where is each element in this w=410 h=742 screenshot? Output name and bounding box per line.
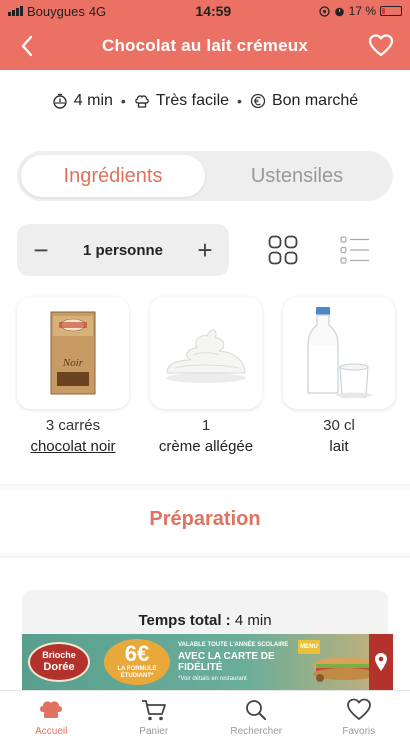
meta-difficulty: Très facile [134, 92, 229, 110]
ad-text: VALABLE TOUTE L'ANNÉE SCOLAIRE AVEC LA C… [178, 642, 298, 682]
grid-icon [268, 235, 298, 265]
nav-accueil[interactable]: Accueil [0, 691, 103, 742]
ad-line1: VALABLE TOUTE L'ANNÉE SCOLAIRE [178, 642, 289, 648]
ingredient-item[interactable]: 1 crème allégée [147, 297, 265, 455]
nav-label: Panier [139, 726, 169, 737]
ingredient-name[interactable]: lait [280, 438, 398, 455]
ad-banner[interactable]: Brioche Dorée 6€ LA FORMULE ÉTUDIANT* VA… [22, 634, 393, 690]
ad-brand-line1: Brioche [42, 650, 76, 660]
ad-location-pin[interactable] [369, 634, 393, 690]
ingredient-quantity: 3 carrés [45, 417, 101, 434]
meta-cost-value: Bon marché [271, 92, 359, 109]
tab-utensils[interactable]: Ustensiles [205, 155, 389, 197]
meta-time-value: 4 min [73, 92, 113, 109]
status-right: 17 % [318, 4, 402, 18]
ad-brand-line2: Dorée [43, 660, 75, 673]
ingredient-item[interactable]: Noir 3 carrés chocolat noir [14, 297, 132, 455]
ingredient-image-chocolate: Noir [17, 297, 129, 409]
map-pin-icon [375, 653, 387, 671]
recipe-meta: 4 min • Très facile • Bon marché [0, 92, 410, 110]
battery-icon [380, 6, 402, 16]
chevron-left-icon [21, 35, 33, 57]
carrier-name: Bouygues [27, 3, 85, 19]
bottom-navigation: Accueil Panier Rechercher Favoris [0, 690, 410, 742]
list-view-button[interactable] [340, 235, 370, 265]
ingredient-item[interactable]: 30 cl lait [280, 297, 398, 455]
nav-panier[interactable]: Panier [103, 691, 206, 742]
tab-bar: Ingrédients Ustensiles [17, 151, 393, 201]
nav-label: Rechercher [230, 726, 283, 737]
preparation-title: Préparation [149, 508, 261, 530]
search-icon [243, 697, 269, 723]
decrease-portion-button[interactable]: − [29, 237, 53, 263]
back-button[interactable] [14, 32, 40, 60]
list-icon [340, 236, 369, 264]
ingredient-image-milk [283, 297, 395, 409]
ingredient-image-cream [150, 297, 262, 409]
network-type: 4G [88, 3, 107, 19]
ingredient-name[interactable]: crème allégée [147, 438, 265, 455]
cart-icon [141, 697, 167, 723]
section-divider [0, 552, 410, 558]
battery-percent: 17 % [348, 4, 376, 18]
total-time-value: 4 min [234, 612, 272, 629]
tab-ingredients[interactable]: Ingrédients [21, 155, 205, 197]
ad-price: 6€ [124, 641, 150, 666]
ingredient-name-link[interactable]: chocolat noir [14, 438, 132, 455]
meta-separator: • [120, 93, 126, 109]
portion-label: 1 personne [82, 241, 164, 259]
status-bar: Bouygues 4G 14:59 17 % [0, 0, 410, 22]
status-left: Bouygues 4G [8, 4, 138, 19]
heart-outline-icon [368, 34, 394, 57]
status-time: 14:59 [195, 3, 232, 19]
location-icon [318, 5, 330, 17]
increase-portion-button[interactable]: + [193, 237, 217, 263]
chef-hat-icon [135, 95, 149, 108]
chef-hat-icon [38, 697, 64, 723]
meta-cost: Bon marché [250, 92, 358, 110]
nav-favoris[interactable]: Favoris [308, 691, 410, 742]
timer-icon [53, 93, 67, 109]
heart-icon [346, 697, 372, 723]
alarm-icon [334, 7, 344, 16]
nav-rechercher[interactable]: Rechercher [205, 691, 308, 742]
euro-icon [250, 93, 266, 109]
ad-price-badge: 6€ LA FORMULE ÉTUDIANT* [104, 639, 170, 685]
signal-icon [8, 6, 23, 16]
ad-line2: AVEC LA CARTE DE FIDÉLITÉ [178, 651, 275, 673]
nav-label: Favoris [342, 726, 376, 737]
total-time-label: Temps total : [138, 612, 231, 629]
ingredient-quantity: 1 [201, 417, 211, 434]
ad-price-sub2: ÉTUDIANT* [120, 673, 154, 679]
ingredient-list: Noir 3 carrés chocolat noir 1 crème allé… [14, 297, 398, 455]
grid-view-button[interactable] [268, 235, 298, 265]
meta-time: 4 min [52, 92, 113, 110]
meta-difficulty-value: Très facile [155, 92, 230, 109]
ad-price-sub1: LA FORMULE [117, 666, 157, 672]
header: Chocolat au lait crémeux [0, 22, 410, 70]
nav-label: Accueil [35, 726, 68, 737]
svg-text:Noir: Noir [62, 357, 84, 369]
meta-separator: • [237, 93, 242, 109]
favorite-button[interactable] [366, 32, 396, 60]
section-divider [0, 484, 410, 490]
ad-line3: *Voir détails en restaurant [178, 676, 247, 682]
page-title: Chocolat au lait crémeux [101, 36, 309, 55]
ingredient-quantity: 30 cl [323, 417, 355, 434]
portion-stepper: − 1 personne + [17, 224, 229, 276]
ad-brand-logo: Brioche Dorée [28, 642, 90, 682]
total-time: Temps total : 4 min [0, 612, 410, 629]
